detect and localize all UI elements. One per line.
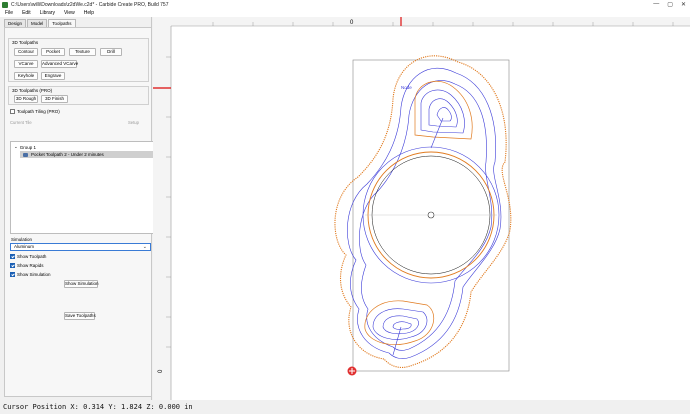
show-toolpath-label: Show Toolpath [17, 254, 47, 259]
canvas-drawing[interactable]: 0 0 Node [153, 17, 690, 400]
show-toolpath-checkbox[interactable] [10, 254, 15, 259]
advanced-vcarve-button[interactable]: Advanced VCarve [41, 60, 78, 68]
material-select[interactable]: Aluminum ⌄ [10, 243, 151, 251]
show-simulation-row[interactable]: Show Simulation [10, 272, 51, 277]
toolpath-tiling-label: Toolpath Tiling (PRO) [17, 109, 60, 114]
3d-rough-button[interactable]: 3D Rough [14, 95, 38, 103]
node-label: Node [401, 85, 412, 90]
save-toolpaths-button[interactable]: Save Toolpaths [64, 312, 96, 320]
current-tile-label: Current Tile [10, 120, 32, 125]
tree-group-1[interactable]: ⌄ Group 1 [14, 144, 36, 150]
show-simulation-checkbox[interactable] [10, 272, 15, 277]
maximize-icon[interactable]: ▢ [667, 1, 673, 8]
title-bar: C:\Users\willi\Downloads\z2dWe.c2d* - Ca… [0, 0, 690, 9]
engrave-button[interactable]: Engrave [41, 72, 65, 80]
contour-button[interactable]: Contour [14, 48, 38, 56]
status-bar: Cursor Position X: 0.314 Y: 1.824 Z: 0.0… [0, 400, 690, 414]
show-rapids-label: Show Rapids [17, 263, 44, 268]
toolpath-tiling-row[interactable]: Toolpath Tiling (PRO) [10, 109, 60, 114]
toolpaths-pro-label: 3D Toolpaths (PRO) [12, 88, 53, 93]
show-toolpath-row[interactable]: Show Toolpath [10, 254, 46, 259]
show-rapids-checkbox[interactable] [10, 263, 15, 268]
toolpath-icon [23, 152, 28, 157]
menu-edit[interactable]: Edit [22, 10, 31, 16]
window-controls: — ▢ ✕ [653, 1, 686, 8]
tree-item-pocket-toolpath[interactable]: Pocket Toolpath 2 - Under 2 minutes [20, 151, 154, 158]
left-ruler [153, 17, 171, 400]
toolpath-tiling-checkbox[interactable] [10, 109, 15, 114]
left-panel: Design Model Toolpaths 3D Toolpaths Cont… [0, 17, 155, 400]
show-simulation-label: Show Simulation [17, 272, 51, 277]
toolpaths-tab-body: 3D Toolpaths Contour Pocket Texture Dril… [4, 27, 155, 397]
material-value: Aluminum [14, 244, 35, 249]
panel-tabs: Design Model Toolpaths [4, 19, 77, 27]
keyhole-button[interactable]: Keyhole [14, 72, 38, 80]
menu-bar: File Edit Library View Help [0, 9, 690, 17]
toolpaths-3d-label: 3D Toolpaths [12, 40, 39, 45]
show-rapids-row[interactable]: Show Rapids [10, 263, 44, 268]
tab-design[interactable]: Design [4, 19, 27, 27]
toolpath-tree[interactable]: ⌄ Group 1 Pocket Toolpath 2 - Under 2 mi… [10, 141, 155, 234]
center-hole [427, 211, 435, 219]
tab-toolpaths[interactable]: Toolpaths [48, 19, 76, 27]
tab-model[interactable]: Model [27, 19, 48, 27]
toolpaths-pro-group: 3D Toolpaths (PRO) 3D Rough 3D Finish [8, 86, 149, 105]
tiling-setup-button[interactable]: Setup [128, 120, 139, 125]
menu-library[interactable]: Library [40, 10, 55, 16]
3d-finish-button[interactable]: 3D Finish [41, 95, 68, 103]
pocket-button[interactable]: Pocket [41, 48, 65, 56]
window-title: C:\Users\willi\Downloads\z2dWe.c2d* - Ca… [11, 1, 169, 8]
menu-view[interactable]: View [64, 10, 75, 16]
menu-help[interactable]: Help [84, 10, 94, 16]
tree-item-label: Pocket Toolpath 2 - Under 2 minutes [31, 152, 104, 157]
show-simulation-button[interactable]: Show Simulation [64, 280, 99, 288]
design-canvas[interactable]: 0 0 Node [153, 17, 690, 400]
vcarve-button[interactable]: VCarve [14, 60, 38, 68]
minimize-icon[interactable]: — [653, 1, 659, 8]
simulation-label: Simulation [11, 237, 33, 242]
tree-group-label: Group 1 [19, 144, 37, 150]
close-icon[interactable]: ✕ [681, 1, 686, 8]
texture-button[interactable]: Texture [69, 48, 96, 56]
menu-file[interactable]: File [5, 10, 13, 16]
chevron-down-icon[interactable]: ⌄ [14, 144, 18, 150]
carbide-app-icon [2, 1, 8, 8]
top-ruler [153, 17, 690, 26]
chevron-down-icon[interactable]: ⌄ [143, 244, 147, 250]
drill-button[interactable]: Drill [100, 48, 122, 56]
toolpaths-3d-group: 3D Toolpaths Contour Pocket Texture Dril… [8, 38, 149, 82]
